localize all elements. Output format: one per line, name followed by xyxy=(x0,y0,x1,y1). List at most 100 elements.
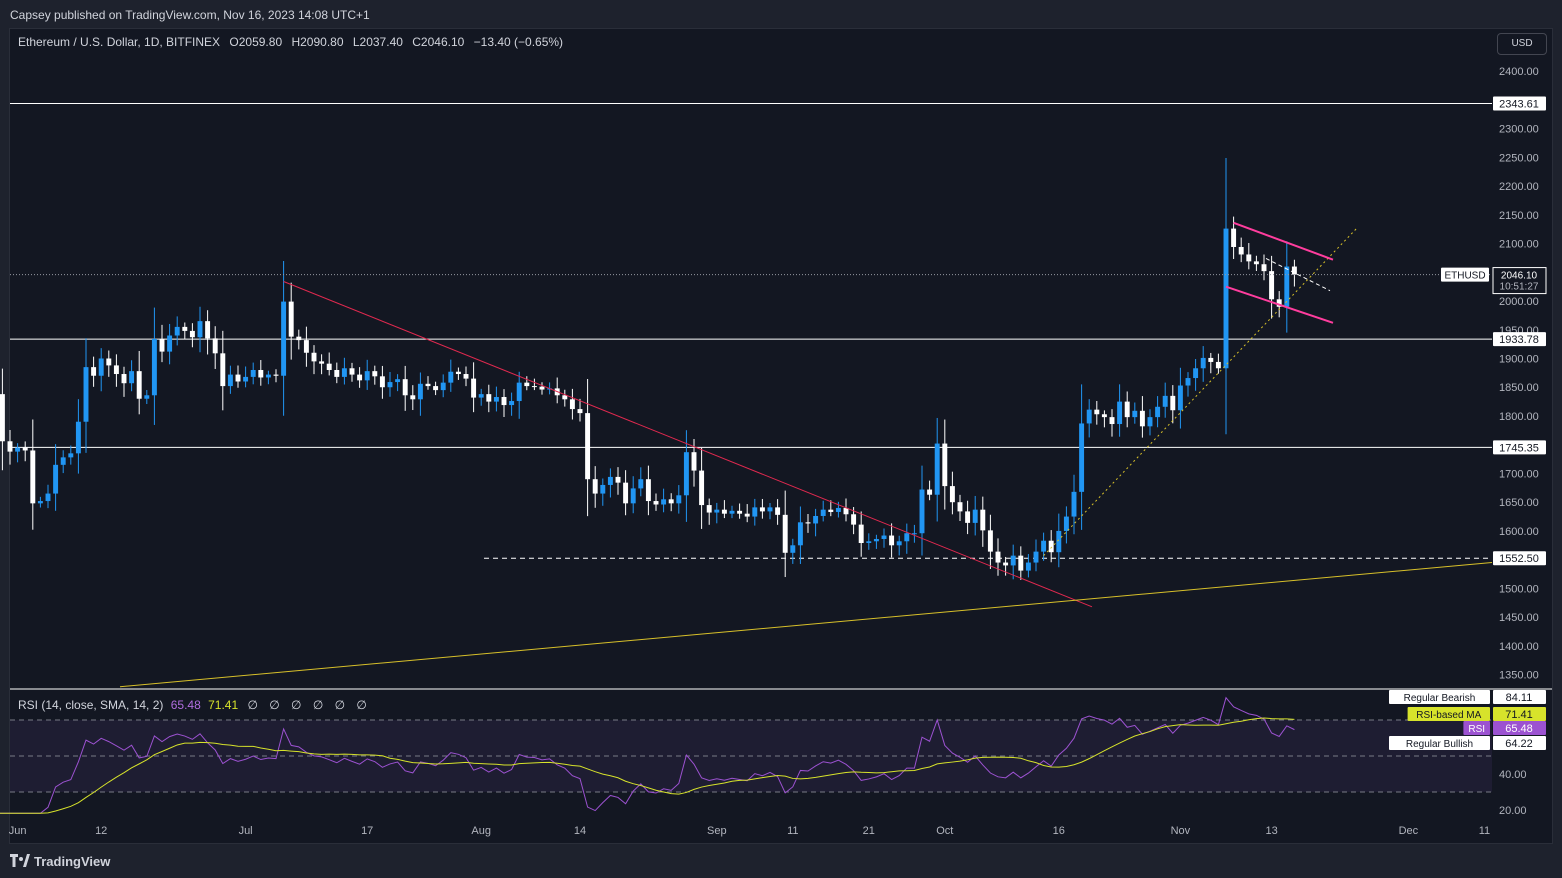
candle-body xyxy=(83,367,89,422)
price-axis-tick: 2400.00 xyxy=(1499,66,1539,78)
candle-body xyxy=(805,522,811,524)
ohlc-open: O2059.80 xyxy=(229,35,283,49)
candle-body xyxy=(1139,410,1145,427)
time-axis-tick: Nov xyxy=(1171,825,1191,837)
price-axis-tick: 1600.00 xyxy=(1499,526,1539,538)
candle-body xyxy=(911,533,917,535)
price-axis-tick: 2300.00 xyxy=(1499,124,1539,136)
candle-body xyxy=(45,493,51,502)
candle-body xyxy=(129,371,135,384)
price-chart[interactable]: 20.00 40.00 1350.00 1400.00 1450.00 1500.00 15… xyxy=(0,0,1562,878)
candle-body xyxy=(813,515,819,524)
candle-body xyxy=(1185,378,1191,386)
candle-body xyxy=(273,374,279,376)
candle-body xyxy=(623,482,629,504)
price-axis-tick: 1900.00 xyxy=(1499,354,1539,366)
candle-body xyxy=(136,371,142,399)
candle-body xyxy=(889,535,895,546)
candle-body xyxy=(1117,401,1123,425)
time-axis-tick: 12 xyxy=(95,825,107,837)
currency-button[interactable]: USD xyxy=(1497,33,1547,55)
candle-body xyxy=(1177,385,1183,411)
candle-body xyxy=(493,397,499,402)
price-axis-tick: 1850.00 xyxy=(1499,382,1539,394)
candle-body xyxy=(372,371,378,377)
candle-body xyxy=(1162,395,1168,407)
candle-body xyxy=(1033,551,1039,563)
candle-body xyxy=(417,383,423,400)
price-axis-tick: 1650.00 xyxy=(1499,497,1539,509)
candle-body xyxy=(683,452,689,496)
candle-body xyxy=(562,395,568,400)
candle-body xyxy=(387,382,393,388)
candle-body xyxy=(942,443,948,487)
candle-body xyxy=(592,479,598,494)
candle-body xyxy=(1291,266,1297,275)
rsi-tag-name: RSI-based MA xyxy=(1416,710,1481,721)
price-axis-tick: 2200.00 xyxy=(1499,181,1539,193)
support-price-label: 1745.35 xyxy=(1499,442,1539,454)
rsi-tag-name: RSI xyxy=(1468,724,1485,735)
candle-body xyxy=(1269,271,1275,300)
candle-body xyxy=(919,489,925,534)
candle-body xyxy=(759,507,765,512)
candle-body xyxy=(509,401,515,406)
rsi-tag-name: Regular Bearish xyxy=(1404,693,1476,704)
candle-body xyxy=(1041,540,1047,552)
candle-body xyxy=(524,382,530,387)
candle-body xyxy=(364,371,370,381)
candle-body xyxy=(1101,414,1107,418)
candle-body xyxy=(121,374,127,384)
candle-body xyxy=(68,453,74,458)
candle-body xyxy=(1215,361,1221,369)
candle-body xyxy=(98,358,104,376)
price-axis-tick: 1400.00 xyxy=(1499,641,1539,653)
rsi-tag-name: Regular Bullish xyxy=(1406,739,1473,750)
candle-body xyxy=(516,382,522,402)
candle-body xyxy=(440,382,446,391)
candle-body xyxy=(296,336,302,341)
rsi-axis-tick: 20.00 xyxy=(1499,805,1527,817)
candle-body xyxy=(714,509,720,513)
candle-body xyxy=(1132,410,1138,418)
candle-body xyxy=(828,509,834,512)
candle-body xyxy=(752,507,758,517)
candle-body xyxy=(349,368,355,375)
candle-body xyxy=(615,476,621,483)
candle-body xyxy=(790,545,796,553)
candle-body xyxy=(835,507,841,512)
candle-body xyxy=(379,376,385,388)
candle-body xyxy=(212,338,218,354)
candle-body xyxy=(144,395,150,399)
candle-body xyxy=(820,509,826,516)
candle-body xyxy=(395,379,401,383)
candle-body xyxy=(965,511,971,523)
candle-body xyxy=(1223,228,1229,369)
candle-body xyxy=(1048,540,1054,553)
candle-body xyxy=(250,369,256,377)
tradingview-brand: TradingView xyxy=(34,853,111,869)
time-axis-tick: 21 xyxy=(863,825,875,837)
candle-body xyxy=(668,499,674,504)
candle-body xyxy=(645,479,651,502)
price-axis-tick: 1500.00 xyxy=(1499,583,1539,595)
candle-body xyxy=(767,507,773,512)
candle-body xyxy=(577,409,583,414)
candle-body xyxy=(972,509,978,523)
candle-body xyxy=(661,499,667,505)
tradingview-footer: TradingView xyxy=(10,851,110,871)
candle-body xyxy=(319,361,325,364)
time-axis-tick: Jun xyxy=(9,825,27,837)
candle-body xyxy=(174,326,180,336)
candle-body xyxy=(7,441,13,452)
candle-body xyxy=(980,509,986,531)
candle-body xyxy=(866,541,872,544)
time-axis-tick: 16 xyxy=(1053,825,1065,837)
candle-body xyxy=(0,394,5,442)
rsi-tag-value: 64.22 xyxy=(1505,738,1533,750)
candle-body xyxy=(775,507,781,515)
candle-body xyxy=(858,524,864,544)
candle-countdown: 10:51:27 xyxy=(1500,282,1539,293)
candle-body xyxy=(463,374,469,379)
time-axis-tick: Dec xyxy=(1399,825,1419,837)
